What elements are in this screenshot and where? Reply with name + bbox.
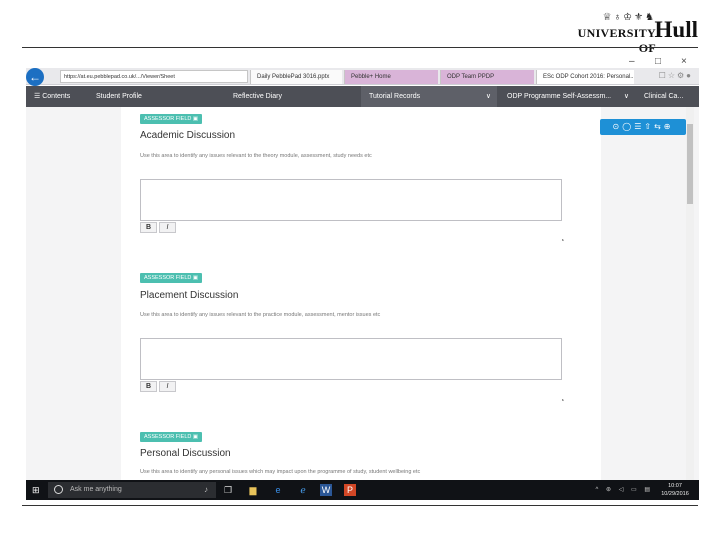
browser-tab-active[interactable]: ESc ODP Cohort 2016: Personal... xyxy=(536,70,634,84)
browser-screenshot: – □ × ← https://at.eu.pebblepad.co.uk/..… xyxy=(26,54,699,503)
nav-item-reflective-diary[interactable]: Reflective Diary xyxy=(225,86,359,107)
top-rule xyxy=(22,47,698,48)
placement-discussion-textbox[interactable] xyxy=(140,338,562,380)
scrollbar-thumb[interactable] xyxy=(687,124,693,204)
nav-label: Reflective Diary xyxy=(233,93,283,100)
browser-tabbar: ← https://at.eu.pebblepad.co.uk/.../View… xyxy=(26,68,699,86)
windows-start-icon[interactable]: ⊞ xyxy=(32,485,42,495)
section-title-personal: Personal Discussion xyxy=(140,448,231,459)
section-title-academic: Academic Discussion xyxy=(140,130,236,141)
address-bar[interactable]: https://at.eu.pebblepad.co.uk/.../Viewer… xyxy=(60,70,248,83)
section-title-placement: Placement Discussion xyxy=(140,290,239,301)
chevron-down-icon: ∨ xyxy=(485,93,491,100)
nav-item-programme-self-assessment[interactable]: ODP Programme Self-Assessm... ∨ xyxy=(499,86,635,107)
assessor-field-badge: ASSESSOR FIELD ▣ xyxy=(140,114,203,124)
logo-university-text: UNIVERSITY OF xyxy=(577,26,656,55)
format-toolbar: B I xyxy=(140,222,178,233)
page-toolbox[interactable]: ⊙◯☰⇧⇆⊕ xyxy=(600,119,686,135)
clock-date: 10/29/2016 xyxy=(661,491,689,497)
nav-item-tutorial-records[interactable]: Tutorial Records ∨ xyxy=(361,86,497,107)
history-icon[interactable]: ◔ xyxy=(557,236,567,246)
academic-discussion-textbox[interactable] xyxy=(140,179,562,221)
nav-label: Clinical Ca... xyxy=(644,93,684,100)
nav-label: Student Profile xyxy=(96,93,142,100)
slide: ♕♁♔⚜♞ UNIVERSITY OF Hull – □ × ← https:/… xyxy=(0,0,720,540)
microphone-icon[interactable]: ♪ xyxy=(204,482,208,498)
right-margin xyxy=(601,107,699,480)
nav-item-contents[interactable]: ☰ Contents xyxy=(26,86,96,107)
back-arrow-icon[interactable]: ← xyxy=(26,68,44,86)
search-placeholder: Ask me anything xyxy=(70,486,122,493)
bottom-rule xyxy=(22,505,698,506)
browser-tab[interactable]: ODP Team PPDP xyxy=(440,70,534,84)
assessor-field-badge: ASSESSOR FIELD ▣ xyxy=(140,432,203,442)
crest-icon: ♕♁♔⚜♞ xyxy=(602,12,656,23)
format-toolbar: B I xyxy=(140,381,178,392)
bold-button[interactable]: B xyxy=(140,381,157,392)
left-margin xyxy=(26,107,121,480)
assessor-field-badge: ASSESSOR FIELD ▣ xyxy=(140,273,203,283)
logo-hull-text: Hull xyxy=(654,17,698,42)
nav-label: ODP Programme Self-Assessm... xyxy=(507,93,612,100)
section-description: Use this area to identify any personal i… xyxy=(140,469,421,475)
contents-icon: ☰ xyxy=(34,93,43,100)
minimize-button[interactable]: – xyxy=(629,56,635,67)
chevron-down-icon: ∨ xyxy=(623,93,629,100)
maximize-button[interactable]: □ xyxy=(655,56,661,67)
italic-button[interactable]: I xyxy=(159,222,176,233)
windows-taskbar: ⊞ Ask me anything ♪ ❐ ▆ e ℯ W P ^ ⊛ ◁ ▭ … xyxy=(26,480,699,500)
university-logo: ♕♁♔⚜♞ UNIVERSITY OF Hull xyxy=(558,12,698,55)
bold-button[interactable]: B xyxy=(140,222,157,233)
word-icon[interactable]: W xyxy=(320,484,332,496)
internet-explorer-icon[interactable]: ℯ xyxy=(297,484,309,496)
system-tray[interactable]: ^ ⊛ ◁ ▭ ▤ xyxy=(596,480,653,500)
section-description: Use this area to identify any issues rel… xyxy=(140,312,381,318)
nav-item-student-profile[interactable]: Student Profile xyxy=(88,86,218,107)
nav-label: Tutorial Records xyxy=(369,93,421,100)
cortana-icon xyxy=(54,485,63,494)
window-controls: – □ × xyxy=(609,56,699,68)
task-view-icon[interactable]: ❐ xyxy=(222,484,234,496)
pebblepad-navbar: ☰ Contents Student Profile Reflective Di… xyxy=(26,86,699,107)
browser-tab[interactable]: Pebble+ Home xyxy=(344,70,438,84)
powerpoint-icon[interactable]: P xyxy=(344,484,356,496)
edge-icon[interactable]: e xyxy=(272,484,284,496)
nav-item-clinical[interactable]: Clinical Ca... xyxy=(636,86,699,107)
italic-button[interactable]: I xyxy=(159,381,176,392)
nav-label: Contents xyxy=(42,93,71,100)
close-button[interactable]: × xyxy=(681,56,687,67)
history-icon[interactable]: ◔ xyxy=(557,396,567,406)
clock[interactable]: 10:07 10/29/2016 xyxy=(657,482,693,498)
browser-tab[interactable]: Daily PebblePad 3016.pptx xyxy=(250,70,342,84)
section-description: Use this area to identify any issues rel… xyxy=(140,153,372,159)
cortana-search-box[interactable]: Ask me anything ♪ xyxy=(48,482,216,498)
browser-extension-icons[interactable]: ☐☆⚙● xyxy=(659,71,693,80)
file-explorer-icon[interactable]: ▆ xyxy=(247,484,259,496)
clock-time: 10:07 xyxy=(668,483,682,489)
